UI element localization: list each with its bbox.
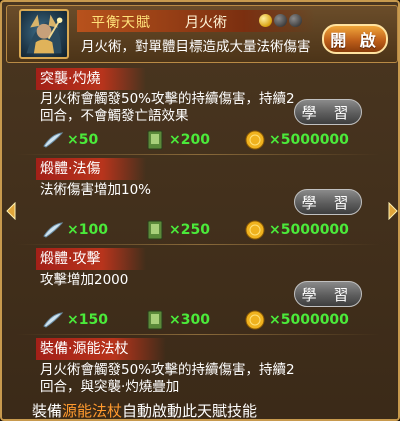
- option-desc-line: 月火術會觸發50%攻擊的持續傷害，持續2: [40, 91, 295, 107]
- learn-button[interactable]: 學 習: [294, 99, 362, 125]
- option-title: 煅體·攻擊: [36, 248, 146, 270]
- option-description: 月火術會觸發50%攻擊的持續傷害，持續2 回合，不會觸發亡語效果: [40, 91, 295, 125]
- option-description: 法術傷害增加10%: [40, 182, 151, 199]
- cost-skill-book: ×300: [144, 309, 210, 331]
- feather-icon: [43, 312, 64, 328]
- gold-coin-icon: [245, 220, 265, 240]
- option-desc-line: 攻擊增加2000: [40, 272, 129, 288]
- talent-level-dots: [259, 14, 302, 27]
- option-divider: [16, 244, 380, 245]
- cost-value: ×100: [67, 222, 108, 238]
- equip-hint-prefix: 裝備: [32, 402, 63, 420]
- level-dot-empty: [274, 14, 287, 27]
- skill-book-icon: [147, 130, 163, 150]
- feather-icon: [43, 222, 64, 238]
- talent-description: 月火術，對單體目標造成大量法術傷害: [81, 39, 311, 55]
- cost-skill-book: ×250: [144, 219, 210, 241]
- equip-hint: 裝備源能法杖自動啟動此天賦技能: [2, 400, 398, 420]
- skill-book-icon: [147, 220, 163, 240]
- equip-hint-item: 源能法杖: [62, 402, 123, 420]
- cost-feather: ×150: [42, 309, 108, 331]
- option-desc-line: 回合，與突襲·灼燒疊加: [40, 379, 180, 395]
- cost-value: ×5000000: [269, 132, 349, 148]
- skill-book-icon: [147, 310, 163, 330]
- cost-value: ×300: [169, 312, 210, 328]
- open-button[interactable]: 開 啟: [322, 24, 388, 54]
- cost-value: ×200: [169, 132, 210, 148]
- druid-portrait-icon: [26, 14, 63, 54]
- cost-gold: ×5000000: [244, 309, 349, 331]
- feather-icon: [43, 132, 64, 148]
- cost-gold: ×5000000: [244, 129, 349, 151]
- talent-name: 月火術: [185, 15, 227, 31]
- option-desc-line: 法術傷害增加10%: [40, 182, 152, 198]
- option-desc-line: 月火術會觸發50%攻擊的持續傷害，持續2: [40, 362, 295, 378]
- scroll-right-arrow[interactable]: [387, 201, 399, 221]
- talent-panel: 平衡天賦 月火術 月火術，對單體目標造成大量法術傷害 開 啟 突襲·灼燒 月火術…: [0, 0, 400, 421]
- learn-button[interactable]: 學 習: [294, 189, 362, 215]
- option-description: 月火術會觸發50%攻擊的持續傷害，持續2 回合，與突襲·灼燒疊加: [40, 362, 295, 396]
- cost-value: ×50: [67, 132, 99, 148]
- level-dot-filled: [259, 14, 272, 27]
- option-title: 裝備·源能法杖: [36, 338, 166, 360]
- cost-value: ×250: [169, 222, 210, 238]
- talent-type: 平衡天賦: [91, 15, 151, 31]
- option-description: 攻擊增加2000: [40, 272, 128, 289]
- talent-header: 平衡天賦 月火術 月火術，對單體目標造成大量法術傷害 開 啟: [6, 5, 398, 63]
- cost-value: ×150: [67, 312, 108, 328]
- level-dot-empty: [289, 14, 302, 27]
- chevron-right-icon[interactable]: [387, 201, 399, 221]
- option-desc-line: 回合，不會觸發亡語效果: [40, 108, 189, 124]
- cost-feather: ×100: [42, 219, 108, 241]
- cost-value: ×5000000: [269, 312, 349, 328]
- cost-feather: ×50: [42, 129, 98, 151]
- option-divider: [16, 334, 380, 335]
- learn-button[interactable]: 學 習: [294, 281, 362, 307]
- equip-hint-suffix: 自動啟動此天賦技能: [122, 402, 258, 420]
- option-title: 突襲·灼燒: [36, 68, 146, 90]
- cost-skill-book: ×200: [144, 129, 210, 151]
- option-title: 煅體·法傷: [36, 158, 146, 180]
- talent-option-list[interactable]: 突襲·灼燒 月火術會觸發50%攻擊的持續傷害，持續2 回合，不會觸發亡語效果 學…: [16, 66, 380, 408]
- gold-coin-icon: [245, 130, 265, 150]
- talent-portrait: [19, 9, 69, 59]
- cost-gold: ×5000000: [244, 219, 349, 241]
- cost-value: ×5000000: [269, 222, 349, 238]
- gold-coin-icon: [245, 310, 265, 330]
- option-divider: [16, 154, 380, 155]
